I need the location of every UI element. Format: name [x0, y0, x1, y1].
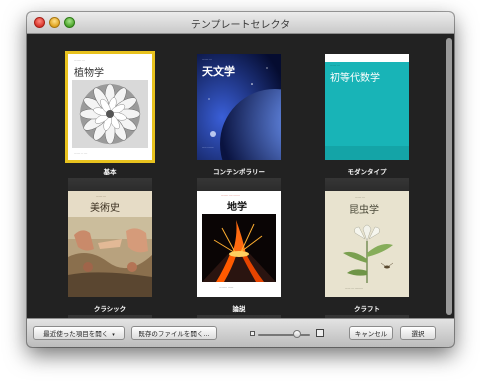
- scrollbar-thumb[interactable]: [446, 38, 452, 315]
- thumbnail-size-slider-track[interactable]: [258, 334, 310, 336]
- cover-footer-text: ------ --- ---------: [345, 287, 363, 290]
- thumbnail-size-slider-knob[interactable]: [293, 330, 301, 338]
- cover-title: 美術史: [90, 203, 120, 214]
- template-label: 論説: [232, 305, 246, 313]
- open-existing-label: 既存のファイルを開く...: [138, 330, 210, 338]
- template-contemporary-thumbnail[interactable]: ------- --- 天文学 ----- -------: [197, 54, 281, 160]
- dahlia-flower-image: [72, 80, 148, 148]
- template-label: クラフト: [354, 305, 380, 313]
- cover-small-text: ------- ---: [330, 64, 340, 67]
- popup-arrows-icon: ▾: [112, 332, 115, 338]
- cover-header-band: [325, 54, 409, 62]
- small-thumbnail-size-icon: [250, 331, 255, 336]
- cover-title: 地学: [227, 202, 247, 213]
- cover-footer-text: ------- -- ----: [74, 152, 88, 155]
- template-label: コンテンポラリー: [213, 168, 265, 176]
- cover-title: 天文学: [202, 65, 235, 78]
- open-recent-popup-button[interactable]: 最近使った項目を開く ▾: [33, 326, 125, 340]
- cover-footer-text: ----- -------: [202, 146, 214, 149]
- bottom-toolbar: 最近使った項目を開く ▾ 既存のファイルを開く... キャンセル 選択: [27, 318, 454, 347]
- template-basic-thumbnail[interactable]: -------- --- 植物学 ------- -- ----: [65, 51, 155, 163]
- botanical-insect-drawing: [343, 224, 394, 283]
- choose-label: 選択: [411, 330, 425, 338]
- cancel-button[interactable]: キャンセル: [349, 326, 393, 340]
- cover-small-text: -------- ---: [74, 59, 85, 62]
- large-thumbnail-size-icon: [316, 329, 324, 337]
- template-modern-type-thumbnail[interactable]: ------- --- 初等代数学: [325, 54, 409, 160]
- template-chooser-window: テンプレートセレクタ -------- --- 植物学 ------- -- -…: [27, 12, 454, 347]
- template-label: 基本: [103, 168, 117, 176]
- cover-small-text: ------- ---: [355, 196, 365, 199]
- cover-small-text: ------- ---: [202, 58, 212, 61]
- cover-small-text: ------- ---: [96, 195, 106, 198]
- open-recent-label: 最近使った項目を開く: [43, 330, 109, 338]
- cancel-label: キャンセル: [354, 330, 388, 338]
- template-label: クラシック: [93, 305, 127, 313]
- cover-title: 初等代数学: [330, 73, 380, 84]
- fresco-painting-image: [68, 217, 152, 297]
- cover-footer-text: --------- ------: [219, 286, 234, 289]
- template-classic-thumbnail[interactable]: ------- --- 美術史: [68, 191, 152, 297]
- template-label: モダンタイプ: [347, 168, 387, 176]
- volcano-eruption-image: [202, 214, 276, 282]
- template-craft-thumbnail[interactable]: ------- --- 昆虫学 ------ --- ---------: [325, 191, 409, 297]
- title-bar: テンプレートセレクタ: [27, 12, 454, 34]
- cover-title: 昆虫学: [349, 205, 379, 216]
- template-editorial-thumbnail[interactable]: -------- ---- ------- 地学 --------- -----…: [197, 191, 281, 297]
- choose-button[interactable]: 選択: [400, 326, 436, 340]
- vertical-scrollbar[interactable]: [446, 38, 452, 315]
- cover-title: 植物学: [74, 68, 104, 79]
- open-existing-file-button[interactable]: 既存のファイルを開く...: [131, 326, 217, 340]
- cover-footer-band: [325, 146, 409, 160]
- window-title: テンプレートセレクタ: [190, 20, 291, 31]
- cover-small-text: -------- ---- -------: [221, 194, 240, 197]
- template-gallery: -------- --- 植物学 ------- -- ---- 基本 ----…: [27, 34, 454, 341]
